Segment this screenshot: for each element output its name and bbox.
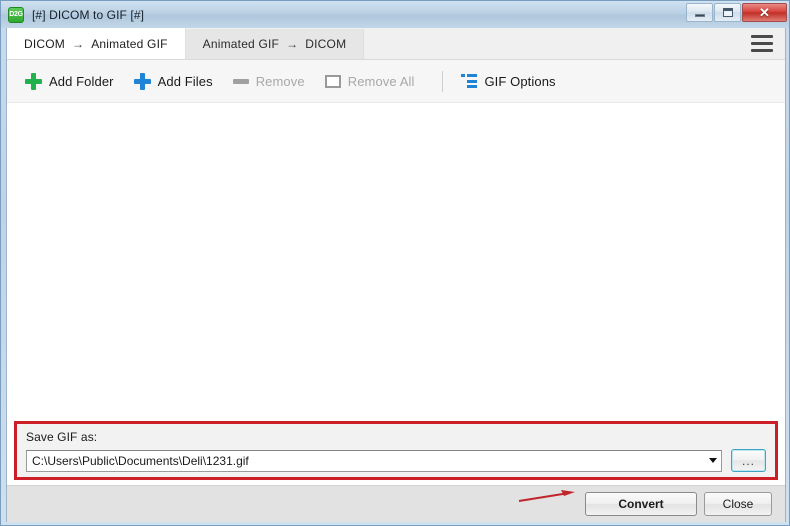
maximize-button[interactable]	[714, 3, 741, 22]
hamburger-menu-icon[interactable]	[751, 35, 773, 52]
list-bullet	[461, 74, 466, 77]
list-line	[467, 74, 478, 77]
maximize-icon	[722, 8, 733, 17]
client-area: DICOM → Animated GIF Animated GIF → DICO…	[6, 28, 786, 522]
plus-icon	[133, 72, 151, 90]
close-button[interactable]: Close	[704, 492, 772, 516]
chevron-down-icon[interactable]	[704, 451, 721, 471]
file-list[interactable]	[7, 102, 785, 424]
window-title: [#] DICOM to GIF [#]	[32, 7, 145, 22]
add-files-label: Add Files	[157, 73, 213, 89]
close-icon: ✕	[759, 5, 770, 20]
app-icon: D2G	[8, 6, 24, 23]
hamburger-bar	[751, 35, 773, 38]
add-folder-button[interactable]: Add Folder	[25, 66, 123, 96]
tab-dicom-to-animated-gif[interactable]: DICOM → Animated GIF	[7, 28, 186, 59]
tab-label-target: Animated GIF	[91, 36, 168, 51]
application-window: D2G [#] DICOM to GIF [#] ✕ DICOM → Anima…	[0, 0, 790, 526]
square-icon	[324, 74, 341, 88]
add-folder-label: Add Folder	[49, 73, 114, 89]
window-controls: ✕	[686, 3, 787, 22]
output-path-value: C:\Users\Public\Documents\Deli\1231.gif	[32, 453, 249, 468]
output-path-combobox[interactable]: C:\Users\Public\Documents\Deli\1231.gif	[26, 449, 722, 472]
hamburger-bar	[751, 42, 773, 45]
tab-strip-filler	[364, 29, 785, 59]
add-files-button[interactable]: Add Files	[133, 66, 222, 96]
list-icon	[461, 74, 478, 88]
toolbar-separator	[442, 70, 444, 92]
list-line	[467, 85, 478, 88]
close-window-button[interactable]: ✕	[742, 3, 787, 22]
remove-all-button: Remove All	[324, 66, 424, 96]
remove-label: Remove	[255, 73, 305, 89]
tab-animated-gif-to-dicom[interactable]: Animated GIF → DICOM	[185, 29, 365, 59]
browse-button[interactable]: ...	[731, 449, 766, 472]
minus-icon	[232, 78, 249, 84]
convert-button[interactable]: Convert	[585, 492, 697, 516]
minimize-button[interactable]	[686, 3, 713, 22]
plus-icon	[25, 72, 42, 90]
gif-options-button[interactable]: GIF Options	[461, 66, 564, 96]
footer-bar: Convert Close	[7, 485, 785, 522]
arrow-right-icon: →	[72, 36, 85, 51]
gif-options-label: GIF Options	[484, 73, 556, 89]
tab-label-source: DICOM	[24, 36, 65, 51]
title-bar: D2G [#] DICOM to GIF [#] ✕	[1, 1, 789, 28]
hamburger-bar	[751, 49, 773, 52]
save-gif-panel: Save GIF as: C:\Users\Public\Documents\D…	[14, 421, 778, 480]
list-line	[467, 79, 478, 83]
save-gif-label: Save GIF as:	[26, 430, 98, 444]
toolbar: Add Folder Add Files Remove Remove All G…	[7, 60, 785, 103]
remove-all-label: Remove All	[347, 73, 415, 89]
minimize-icon	[694, 13, 705, 17]
arrow-right-icon: →	[286, 37, 299, 51]
save-path-row: C:\Users\Public\Documents\Deli\1231.gif …	[26, 449, 766, 472]
tab-label-source: Animated GIF	[202, 37, 280, 51]
remove-button: Remove	[232, 66, 314, 96]
tab-strip: DICOM → Animated GIF Animated GIF → DICO…	[7, 28, 785, 60]
tab-label-target: DICOM	[305, 37, 347, 51]
